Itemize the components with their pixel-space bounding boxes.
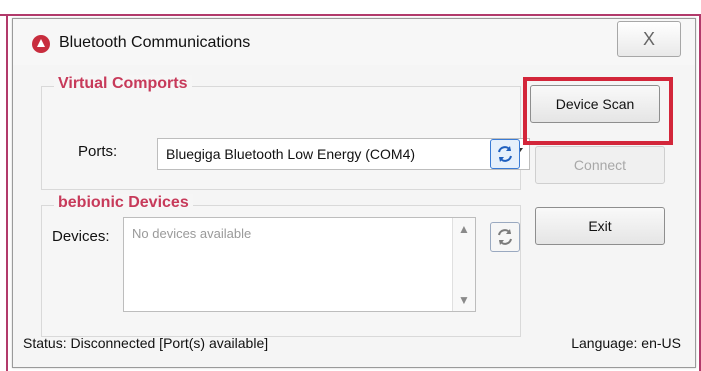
bebionic-devices-title: bebionic Devices bbox=[54, 194, 193, 212]
virtual-comports-group: Virtual Comports Ports: Bluegiga Bluetoo… bbox=[41, 75, 530, 190]
app-icon bbox=[31, 34, 51, 54]
chevron-down-icon[interactable]: ▼ bbox=[453, 289, 475, 311]
window-title: Bluetooth Communications bbox=[59, 34, 251, 51]
exit-button[interactable]: Exit bbox=[535, 207, 665, 245]
refresh-icon bbox=[498, 146, 512, 162]
outer-frame-top bbox=[0, 14, 701, 16]
devices-scrollbar[interactable]: ▲ ▼ bbox=[452, 218, 475, 311]
title-bar: Bluetooth Communications X bbox=[13, 19, 695, 65]
ports-label: Ports: bbox=[78, 143, 118, 160]
connect-button[interactable]: Connect bbox=[535, 146, 665, 184]
ports-selected-value: Bluegiga Bluetooth Low Energy (COM4) bbox=[166, 146, 416, 162]
devices-label: Devices: bbox=[52, 228, 110, 245]
outer-frame-left bbox=[6, 14, 8, 371]
close-button[interactable]: X bbox=[617, 21, 681, 57]
refresh-icon bbox=[498, 229, 512, 245]
language-text: Language: en-US bbox=[571, 335, 681, 351]
refresh-ports-button[interactable] bbox=[490, 139, 520, 169]
status-text: Status: Disconnected [Port(s) available] bbox=[23, 335, 269, 351]
devices-list[interactable]: No devices available ▲ ▼ bbox=[123, 217, 476, 312]
device-scan-highlight-box bbox=[523, 77, 673, 145]
ports-dropdown[interactable]: Bluegiga Bluetooth Low Energy (COM4) bbox=[157, 138, 530, 170]
chevron-up-icon[interactable]: ▲ bbox=[453, 218, 475, 240]
devices-placeholder: No devices available bbox=[132, 226, 252, 241]
refresh-devices-button[interactable] bbox=[490, 222, 520, 252]
virtual-comports-title: Virtual Comports bbox=[54, 75, 192, 93]
bluetooth-communications-window: Bluetooth Communications X Virtual Compo… bbox=[12, 18, 696, 368]
